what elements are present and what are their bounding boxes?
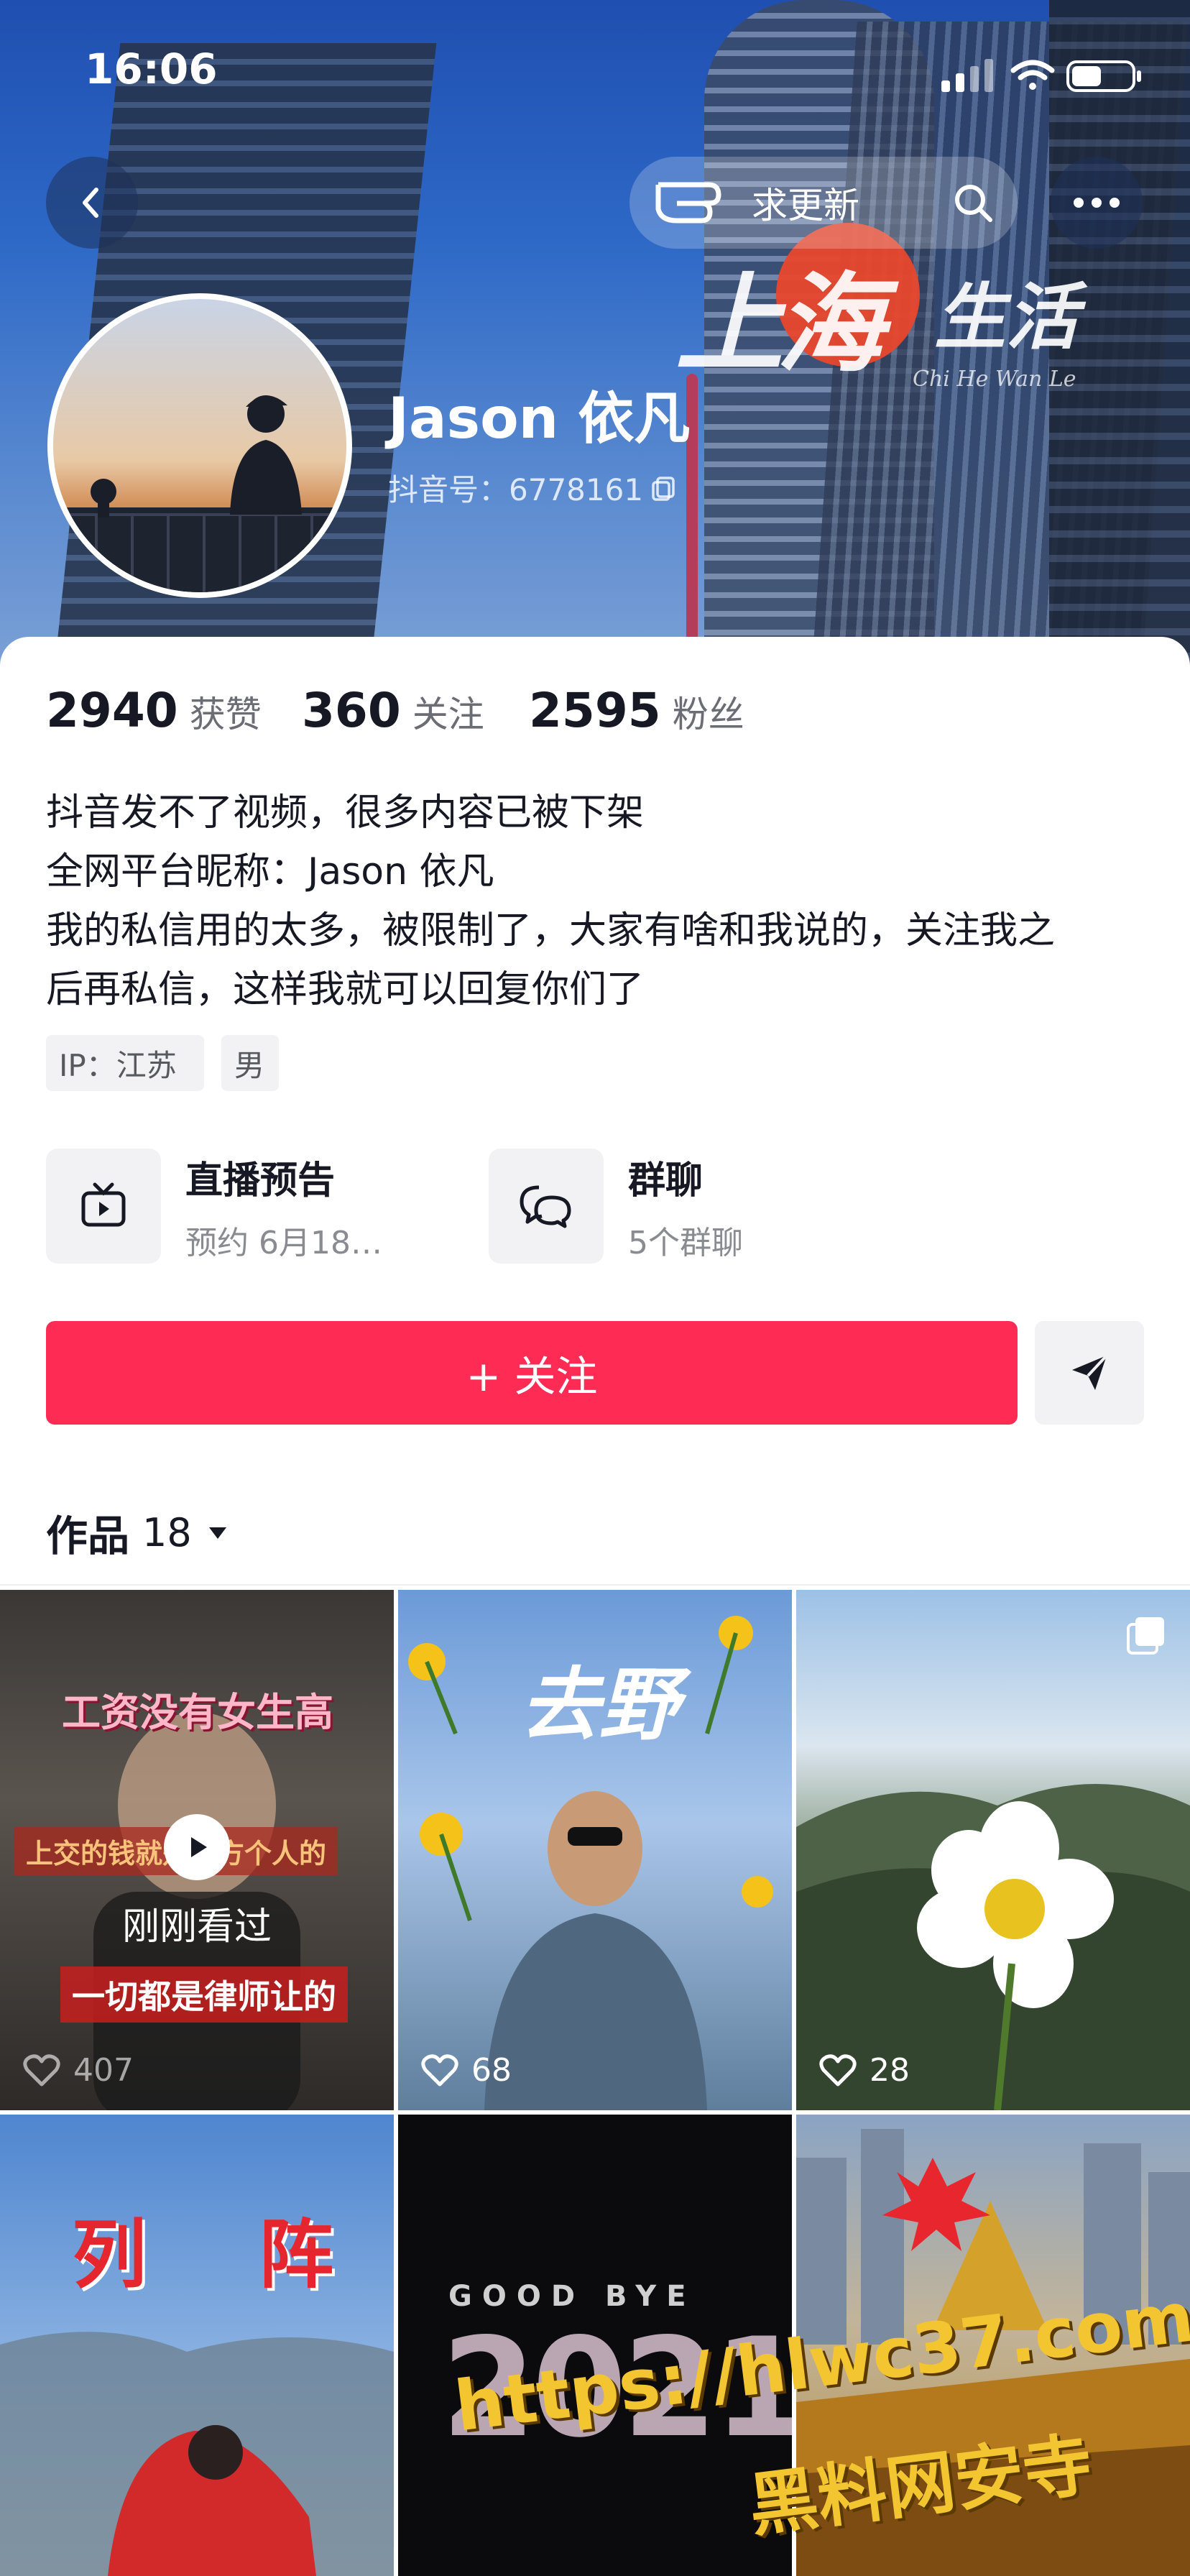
follow-button[interactable]: + 关注: [46, 1321, 1018, 1425]
works-tab[interactable]: 作品 18: [46, 1502, 232, 1563]
heart-icon: [819, 2053, 857, 2086]
douyin-id[interactable]: 抖音号：6778161: [388, 466, 679, 510]
more-button[interactable]: [1051, 157, 1143, 249]
like-count-value: 28: [870, 2052, 910, 2089]
search-button[interactable]: [927, 157, 1019, 249]
multi-image-icon: [1127, 1617, 1164, 1655]
feature-subtitle: 5个群聊: [628, 1224, 743, 1261]
video-caption: 工资没有女生高: [62, 1690, 333, 1735]
send-icon: [1072, 1354, 1108, 1390]
profile-info-card: [0, 637, 1190, 1587]
heart-icon: [421, 2053, 458, 2086]
bio-line: 抖音发不了视频，很多内容已被下架: [46, 791, 645, 834]
signal-icon: [941, 59, 993, 92]
play-icon: [191, 1837, 207, 1857]
back-button[interactable]: [46, 157, 138, 249]
feature-title: 群聊: [628, 1159, 704, 1202]
stat-number: 360: [302, 683, 401, 738]
cover-logo-text: 上海: [675, 261, 884, 387]
status-icons: [934, 52, 1150, 95]
works-tab-label: 作品: [46, 1512, 130, 1560]
video-thumbnail: [0, 2332, 394, 2576]
cover-logo-subtitle: Chi He Wan Le: [913, 367, 1076, 392]
status-time: 16:06: [85, 45, 218, 93]
video-caption: 去野: [520, 1658, 678, 1751]
request-update-label: 求更新: [752, 185, 859, 226]
cover-logo-text: 生活: [934, 275, 1078, 359]
live-preview-entry[interactable]: 直播预告 预约 6月18…: [46, 1149, 382, 1264]
like-count-value: 407: [73, 2052, 134, 2089]
video-thumbnail: [796, 1784, 1190, 2110]
play-button[interactable]: [164, 1814, 230, 1880]
copy-icon[interactable]: [650, 474, 679, 502]
profile-name: Jason 依凡: [388, 387, 691, 451]
caret-down-icon: [208, 1527, 226, 1539]
wifi-icon: [1010, 60, 1055, 90]
like-count: 407: [23, 2052, 134, 2089]
more-dots-icon: [1074, 198, 1120, 208]
video-tile[interactable]: 列 阵: [0, 2115, 394, 2576]
pointing-hand-icon: [655, 182, 721, 224]
avatar[interactable]: [47, 293, 352, 598]
stat-label: 关注: [412, 694, 484, 735]
stat-label: 获赞: [189, 694, 262, 735]
stat-likes: 2940 获赞: [46, 683, 262, 738]
video-caption: 一切都是律师让的: [60, 1966, 348, 2023]
feature-icon-box: [489, 1149, 604, 1264]
feature-subtitle: 预约 6月18…: [185, 1224, 382, 1261]
like-count-value: 68: [471, 2052, 512, 2089]
chevron-left-icon: [83, 188, 98, 218]
share-button[interactable]: [1035, 1321, 1144, 1425]
stat-label: 粉丝: [672, 694, 744, 735]
stat-followers[interactable]: 2595 粉丝: [529, 683, 744, 738]
like-count: 68: [421, 2052, 512, 2089]
chat-bubbles-icon: [520, 1185, 571, 1228]
bio-line: 我的私信用的太多，被限制了，大家有啥和我说的，关注我之: [46, 909, 1056, 952]
search-icon: [955, 185, 992, 222]
bio-line: 后再私信，这样我就可以回复你们了: [46, 968, 645, 1011]
avatar-photo: [53, 395, 346, 592]
feature-icon-box: [46, 1149, 161, 1264]
stat-following[interactable]: 360 关注: [302, 683, 484, 738]
video-tile[interactable]: 工资没有女生高 上交的钱就是女方个人的 一切都是律师让的 刚刚看过 407: [0, 1590, 394, 2110]
tv-icon: [81, 1182, 126, 1227]
divider: [0, 1584, 1190, 1586]
battery-icon: [1066, 60, 1141, 92]
video-caption: 列 阵: [72, 2211, 377, 2299]
stat-number: 2940: [46, 683, 178, 738]
works-count: 18: [142, 1509, 192, 1555]
video-tile[interactable]: 去野 68: [398, 1590, 792, 2110]
like-count: 28: [819, 2052, 910, 2089]
gender-tag: 男: [221, 1035, 279, 1091]
video-tile[interactable]: 28: [796, 1590, 1190, 2110]
feature-title: 直播预告: [185, 1159, 336, 1202]
stat-number: 2595: [529, 683, 661, 738]
ip-location-tag: IP：江苏: [46, 1035, 204, 1091]
heart-icon: [23, 2053, 60, 2086]
douyin-id-text: 抖音号：6778161: [388, 472, 644, 507]
recently-viewed-label: 刚刚看过: [121, 1905, 272, 1949]
group-chat-entry[interactable]: 群聊 5个群聊: [489, 1149, 743, 1264]
bio-line: 全网平台昵称：Jason 依凡: [46, 850, 494, 893]
